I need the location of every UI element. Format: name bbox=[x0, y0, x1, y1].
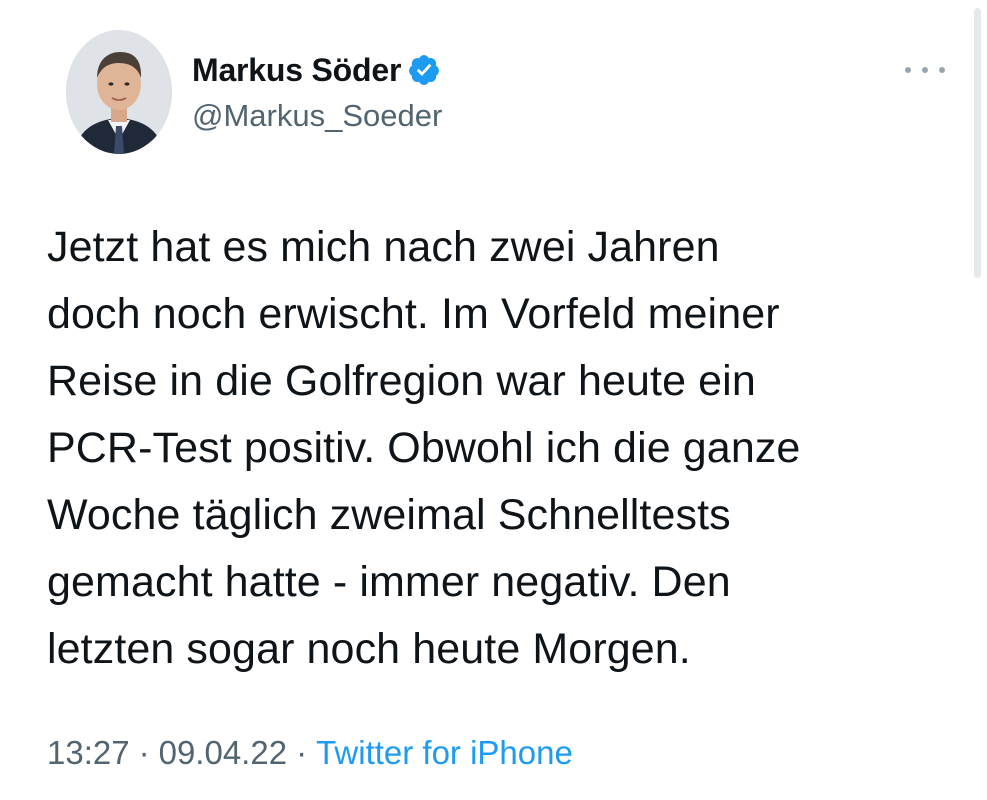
author-handle[interactable]: @Markus_Soeder bbox=[192, 98, 442, 134]
more-dot bbox=[905, 67, 911, 73]
tweet-source-link[interactable]: Twitter for iPhone bbox=[316, 734, 573, 771]
tweet-meta: 13:27 · 09.04.22 · Twitter for iPhone bbox=[47, 734, 573, 772]
more-dot bbox=[939, 67, 945, 73]
tweet-text: Jetzt hat es mich nach zwei Jahren doch … bbox=[47, 223, 801, 673]
more-dot bbox=[922, 67, 928, 73]
meta-separator: · bbox=[138, 734, 150, 771]
tweet-card: Markus Söder @Markus_Soeder Jetzt hat es… bbox=[0, 0, 987, 800]
author-avatar[interactable] bbox=[66, 30, 172, 154]
author-display-name[interactable]: Markus Söder bbox=[192, 52, 401, 89]
verified-badge-icon bbox=[407, 53, 441, 87]
author-name-row: Markus Söder bbox=[192, 50, 441, 90]
more-options-icon[interactable] bbox=[905, 58, 945, 82]
profile-photo-icon bbox=[66, 30, 172, 154]
tweet-date[interactable]: 09.04.22 bbox=[159, 734, 287, 771]
tweet-time[interactable]: 13:27 bbox=[47, 734, 130, 771]
meta-separator: · bbox=[296, 734, 308, 771]
scrollbar[interactable] bbox=[974, 8, 981, 278]
